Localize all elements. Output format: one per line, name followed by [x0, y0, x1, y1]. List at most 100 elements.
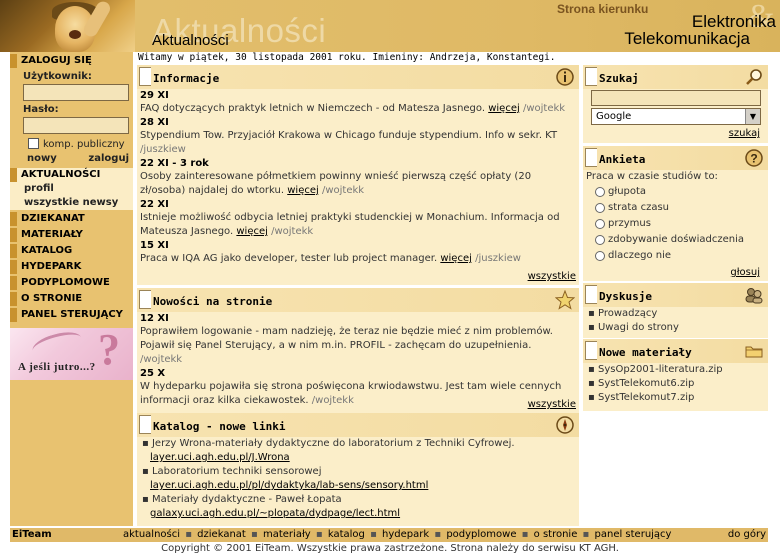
main-nav: AKTUALNOŚCI profil wszystkie newsy DZIEK… [10, 168, 133, 324]
search-button[interactable]: szukaj [729, 128, 760, 139]
nav-materialy[interactable]: MATERIAŁY [10, 228, 133, 242]
szukaj-box: Szukaj Google ▼ szukaj [583, 65, 768, 143]
material-item[interactable]: ▪ SysOp2001-literatura.zip [586, 363, 765, 377]
nav-profil[interactable]: profil [10, 182, 133, 196]
news-item: 22 XI Istnieje możliwość odbycia letniej… [140, 198, 576, 239]
search-engine-value: Google [596, 111, 632, 122]
nav-katalog[interactable]: KATALOG [10, 244, 133, 258]
nav-panel-sterujacy[interactable]: PANEL STERUJĄCY [10, 308, 133, 322]
news-text: Poprawiłem logowanie - mam nadzieję, że … [140, 325, 576, 367]
informacje-box: Informacje 29 XI FAQ dotyczących praktyk… [137, 65, 579, 285]
vote-button[interactable]: głosuj [730, 267, 760, 278]
people-icon [745, 288, 763, 304]
more-link[interactable]: więcej [488, 103, 520, 114]
login-button[interactable]: zaloguj [88, 153, 129, 164]
footer-link-podyplomowe[interactable]: podyplomowe [446, 529, 516, 540]
katalog-link[interactable]: galaxy.uci.agh.edu.pl/~plopata/dydpage/l… [140, 507, 576, 521]
question-icon: ? [745, 149, 763, 167]
more-link[interactable]: więcej [236, 226, 268, 237]
news-author: /juszkiew [475, 253, 521, 264]
news-item: 12 XI Poprawiłem logowanie - mam nadziej… [140, 312, 576, 367]
dyskusje-item-label: Prowadzący [597, 308, 658, 319]
info-icon [556, 68, 574, 86]
nav-wszystkie-newsy[interactable]: wszystkie newsy [10, 196, 133, 210]
radio-button[interactable] [595, 235, 605, 245]
dyskusje-item[interactable]: ▪ Prowadzący [586, 307, 765, 321]
ad-banner[interactable]: ? A jeśli jutro...? [10, 328, 133, 380]
dyskusje-title-bar: Dyskusje [583, 283, 768, 307]
more-link[interactable]: więcej [440, 253, 472, 264]
search-engine-select[interactable]: Google ▼ [591, 108, 761, 125]
nowe-materialy-title: Nowe materiały [599, 346, 692, 359]
news-text: W hydeparku pojawiła się strona poświęco… [140, 380, 576, 408]
poll-option[interactable]: dlaczego nie [586, 248, 765, 264]
news-date: 28 XI [140, 117, 169, 128]
radio-button[interactable] [595, 251, 605, 261]
footer-link-katalog[interactable]: katalog [328, 529, 365, 540]
ad-question-mark: ? [98, 328, 120, 374]
nav-o-stronie[interactable]: O STRONIE [10, 292, 133, 306]
katalog-link[interactable]: layer.uci.agh.edu.pl/J.Wrona [140, 451, 576, 465]
more-link[interactable]: więcej [287, 185, 319, 196]
chevron-down-icon[interactable]: ▼ [745, 109, 760, 124]
news-text: Osoby zainteresowane półmetkiem powinny … [140, 170, 576, 198]
radio-button[interactable] [595, 187, 605, 197]
news-body: Stypendium Tow. Przyjaciół Krakowa w Chi… [140, 130, 558, 141]
ankieta-body: Praca w czasie studiów to: głupota strat… [586, 170, 765, 264]
dyskusje-item[interactable]: ▪ Uwagi do strony [586, 321, 765, 335]
material-item[interactable]: ▪ SystTelekomut7.zip [586, 391, 765, 405]
news-author: /wojtekk [321, 185, 365, 196]
poll-option[interactable]: głupota [586, 184, 765, 200]
username-input[interactable] [23, 84, 129, 101]
footer-link-o-stronie[interactable]: o stronie [534, 529, 578, 540]
login-panel: ZALOGUJ SIĘ Użytkownik: Hasło: komp. pub… [10, 52, 133, 168]
informacje-all-link[interactable]: wszystkie [528, 271, 576, 282]
news-item: 29 XI FAQ dotyczących praktyk letnich w … [140, 89, 576, 116]
dyskusje-title: Dyskusje [599, 290, 652, 303]
news-date: 15 XI [140, 240, 169, 251]
katalog-title-bar: Katalog - nowe linki [137, 413, 579, 437]
footer-link-aktualnosci[interactable]: aktualności [123, 529, 180, 540]
news-text: Stypendium Tow. Przyjaciół Krakowa w Chi… [140, 129, 576, 157]
nav-hydepark[interactable]: HYDEPARK [10, 260, 133, 274]
center-column: Informacje 29 XI FAQ dotyczących praktyk… [137, 65, 579, 526]
header-elektronika: Elektronika [691, 12, 776, 31]
footer-link-dziekanat[interactable]: dziekanat [197, 529, 246, 540]
katalog-item-desc: Laboratorium techniki sensorowej [151, 466, 322, 477]
material-item[interactable]: ▪ SystTelekomut6.zip [586, 377, 765, 391]
page: Aktualności Aktualności & Strona kierunk… [0, 0, 780, 557]
radio-button[interactable] [595, 219, 605, 229]
public-computer-checkbox[interactable] [28, 138, 39, 149]
back-to-top-link[interactable]: do góry [728, 528, 766, 542]
footer-link-materialy[interactable]: materiały [263, 529, 311, 540]
nav-podyplomowe[interactable]: PODYPLOMOWE [10, 276, 133, 290]
news-item: 28 XI Stypendium Tow. Przyjaciół Krakowa… [140, 116, 576, 157]
katalog-link[interactable]: layer.uci.agh.edu.pl/pl/dydaktyka/lab-se… [140, 479, 576, 493]
katalog-list: ▪ Jerzy Wrona-materiały dydaktyczne do l… [140, 437, 576, 521]
footer-link-panel[interactable]: panel sterujący [595, 529, 672, 540]
szukaj-title-bar: Szukaj [583, 65, 768, 89]
news-item: 22 XI - 3 rok Osoby zainteresowane półme… [140, 157, 576, 198]
footer-link-hydepark[interactable]: hydepark [382, 529, 429, 540]
news-body: Istnieje możliwość odbycia letniej prakt… [140, 212, 560, 237]
radio-button[interactable] [595, 203, 605, 213]
search-input[interactable] [591, 90, 761, 106]
poll-option[interactable]: zdobywanie doświadczenia [586, 232, 765, 248]
news-date: 25 X [140, 368, 166, 379]
informacje-title-bar: Informacje [137, 65, 579, 89]
nav-dziekanat[interactable]: DZIEKANAT [10, 212, 133, 226]
katalog-item-desc: Jerzy Wrona-materiały dydaktyczne do lab… [151, 438, 515, 449]
katalog-item: ▪ Materiały dydaktyczne - Paweł Łopata g… [140, 493, 576, 521]
svg-text:?: ? [750, 152, 757, 166]
new-account-link[interactable]: nowy [27, 153, 57, 164]
nowe-materialy-list: ▪ SysOp2001-literatura.zip ▪ SystTelekom… [586, 363, 765, 405]
password-input[interactable] [23, 117, 129, 134]
public-computer-label: komp. publiczny [43, 139, 125, 150]
nowosci-all-link[interactable]: wszystkie [528, 399, 576, 410]
header-telekomunikacja: Telekomunikacja [624, 29, 750, 48]
poll-option[interactable]: strata czasu [586, 200, 765, 216]
poll-option[interactable]: przymus [586, 216, 765, 232]
news-body: FAQ dotyczących praktyk letnich w Niemcz… [140, 103, 486, 114]
nav-aktualnosci[interactable]: AKTUALNOŚCI [10, 168, 133, 182]
news-text: Istnieje możliwość odbycia letniej prakt… [140, 211, 576, 239]
